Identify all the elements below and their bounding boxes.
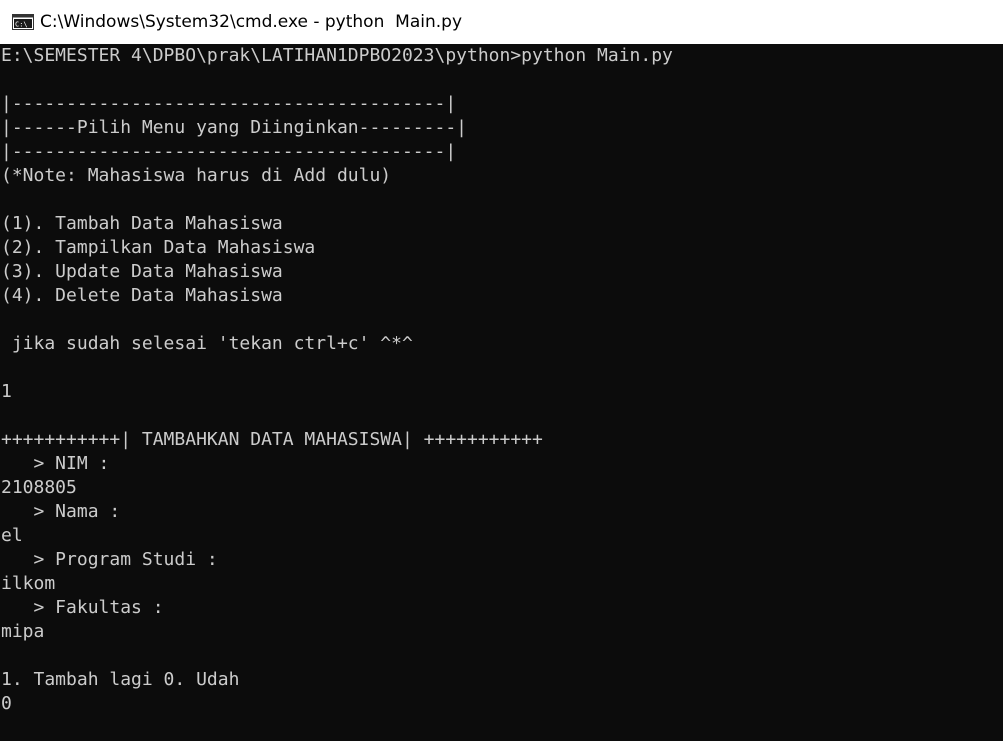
console-line: E:\SEMESTER 4\DPBO\prak\LATIHAN1DPBO2023… [1,45,673,66]
console-line: ilkom [1,573,56,594]
title-bar[interactable]: C:\ C:\Windows\System32\cmd.exe - python… [0,0,1003,44]
console-line: (3). Update Data Mahasiswa [1,261,283,282]
window-title: C:\Windows\System32\cmd.exe - python Mai… [40,12,463,32]
console-line: mipa [1,621,45,642]
console-line: 2108805 [1,477,77,498]
console-line: > Nama : [1,501,121,522]
console-line: |---------------------------------------… [1,93,457,114]
cmd-console-icon: C:\ [12,14,34,30]
console-line: jika sudah selesai 'tekan ctrl+c' ^*^ [1,333,413,354]
console-line: > Program Studi : [1,549,218,570]
console-line: el [1,525,23,546]
console-line: > NIM : [1,453,110,474]
console-line: (*Note: Mahasiswa harus di Add dulu) [1,165,392,186]
console-line: (2). Tampilkan Data Mahasiswa [1,237,316,258]
cmd-window: C:\ C:\Windows\System32\cmd.exe - python… [0,0,1003,741]
console-output[interactable]: E:\SEMESTER 4\DPBO\prak\LATIHAN1DPBO2023… [0,44,1003,741]
console-line: 0 [1,693,12,714]
console-line: 1 [1,381,12,402]
console-line: (4). Delete Data Mahasiswa [1,285,283,306]
console-line: +++++++++++| TAMBAHKAN DATA MAHASISWA| +… [1,429,543,450]
svg-text:C:\: C:\ [15,21,28,29]
console-line: > Fakultas : [1,597,164,618]
console-line: (1). Tambah Data Mahasiswa [1,213,283,234]
console-line: 1. Tambah lagi 0. Udah [1,669,240,690]
console-line: |---------------------------------------… [1,141,457,162]
console-line: |------Pilih Menu yang Diinginkan-------… [1,117,467,138]
